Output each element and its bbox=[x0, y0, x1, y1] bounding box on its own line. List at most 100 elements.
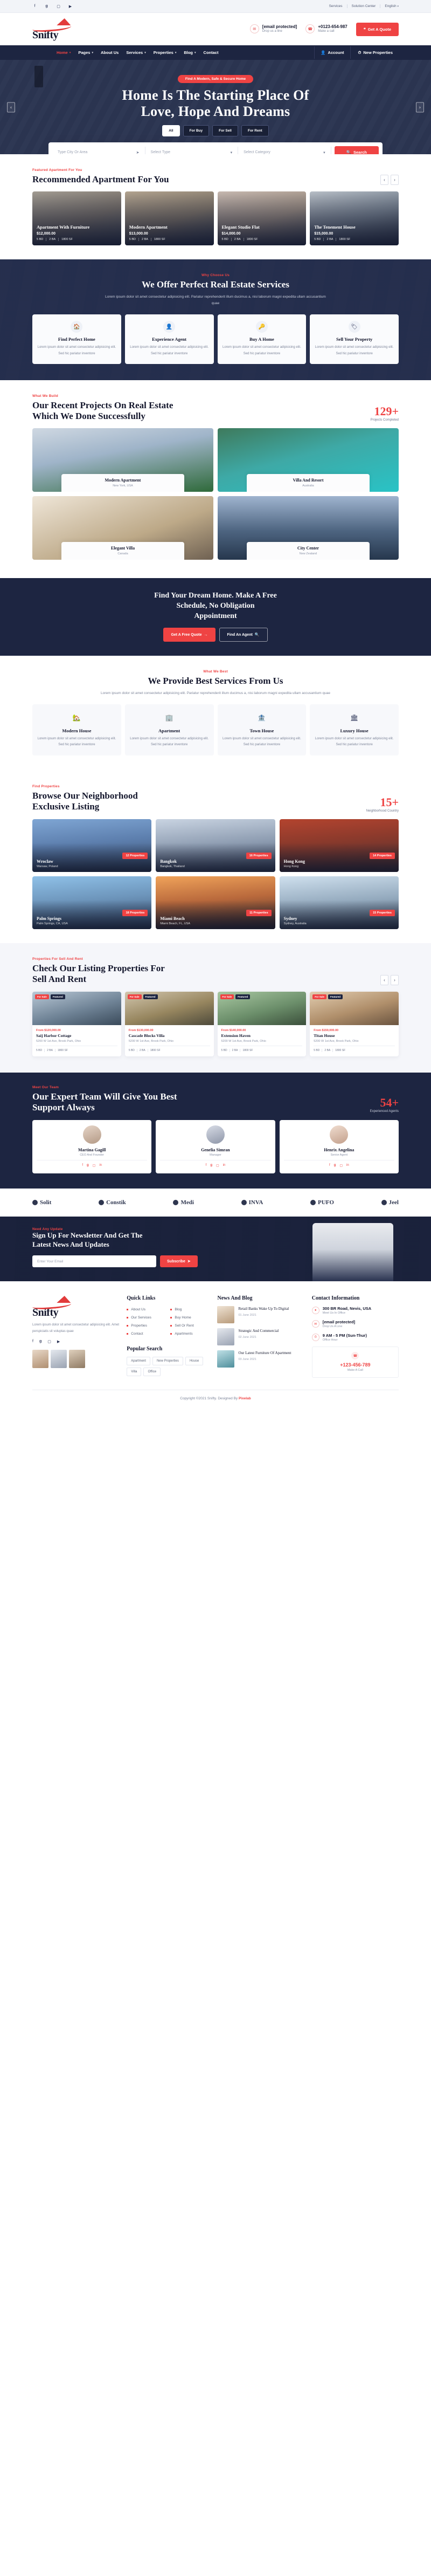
service-card[interactable]: 👤 Experience Agent Lorem ipsum dolor sit… bbox=[124, 314, 214, 364]
project-card[interactable]: City Center New Zealand bbox=[218, 496, 399, 560]
subscribe-button[interactable]: Subscribe ➤ bbox=[160, 1255, 198, 1268]
neighborhood-card[interactable]: 14 Properties Hong Kong Hong Kong bbox=[279, 819, 399, 872]
tab-for-buy[interactable]: For Buy bbox=[183, 125, 210, 137]
listing-prev-button[interactable]: ‹ bbox=[380, 974, 388, 985]
nav-account-button[interactable]: 👤 Account bbox=[314, 46, 351, 59]
nav-item-blog[interactable]: Blog ▾ bbox=[184, 50, 196, 55]
footer-thumb[interactable] bbox=[69, 1350, 85, 1369]
language-selector[interactable]: English ▾ bbox=[380, 4, 399, 8]
project-card[interactable]: Modern Apartment New York, USA bbox=[32, 428, 213, 492]
footer-link-properties[interactable]: Properties bbox=[127, 1322, 166, 1329]
instagram-icon[interactable]: ▢ bbox=[93, 1164, 96, 1167]
top-link-solution-center[interactable]: Solution Center bbox=[347, 4, 381, 8]
instagram-icon[interactable]: ▢ bbox=[56, 4, 61, 9]
popular-tag-new-properties[interactable]: New Properties bbox=[152, 1357, 183, 1366]
top-link-services[interactable]: Services bbox=[325, 4, 347, 8]
hero-next-button[interactable]: › bbox=[416, 102, 424, 112]
service-card[interactable]: 🏠 Find Perfect Home Lorem ipsum dolor si… bbox=[32, 314, 121, 364]
neighborhood-card[interactable]: 15 Properties Sydney Sydney, Australia bbox=[279, 876, 399, 929]
linkedin-icon[interactable]: in bbox=[346, 1164, 349, 1167]
search-city-input[interactable]: Type City Or Area ➤ bbox=[52, 146, 145, 154]
footer-link-about-us[interactable]: About Us bbox=[127, 1306, 166, 1313]
search-type-select[interactable]: Select Type ▾ bbox=[145, 146, 239, 154]
twitter-icon[interactable]: 𝐠 bbox=[39, 1339, 41, 1344]
find-an-agent-button[interactable]: Find An Agent 🔍 bbox=[219, 628, 268, 642]
nav-item-pages[interactable]: Pages ▾ bbox=[78, 50, 93, 55]
tab-all[interactable]: All bbox=[162, 125, 180, 137]
get-free-quote-button[interactable]: Get A Free Quote → bbox=[163, 628, 215, 642]
instagram-icon[interactable]: ▢ bbox=[47, 1339, 51, 1344]
footer-logo[interactable]: Snifty bbox=[32, 1295, 81, 1318]
tab-for-rent[interactable]: For Rent bbox=[241, 125, 269, 137]
neighborhood-card[interactable]: 11 Properties Miami Beach Miami Beach, FL… bbox=[156, 876, 275, 929]
brand-logo[interactable]: PUFO bbox=[310, 1199, 334, 1206]
service-card[interactable]: 🔑 Buy A Home Lorem ipsum dolor sit amet … bbox=[217, 314, 307, 364]
listing-card[interactable]: For Sale Featured From $120,000.00 Saij H… bbox=[32, 991, 121, 1056]
search-button[interactable]: 🔍 Search bbox=[334, 146, 379, 154]
neighborhood-card[interactable]: 12 Properties Wroclaw Warsaw, Poland bbox=[32, 819, 152, 872]
best-service-card[interactable]: 🏛 Luxury House Lorem ipsum dolor sit ame… bbox=[310, 704, 399, 756]
footer-link-contact[interactable]: Contact bbox=[127, 1330, 166, 1337]
nav-item-home[interactable]: Home ▾ bbox=[57, 50, 71, 55]
footer-link-sell-or-rent[interactable]: Sell Or Rent bbox=[170, 1322, 210, 1329]
facebook-icon[interactable]: f bbox=[82, 1164, 83, 1167]
linkedin-icon[interactable]: in bbox=[99, 1164, 102, 1167]
team-member-card[interactable]: Martina Gagill CEO And Founder f 𝐠 ▢ in bbox=[32, 1120, 152, 1174]
team-member-card[interactable]: Henrix Angelina Senior Agent f 𝐠 ▢ in bbox=[279, 1120, 399, 1174]
header-phone[interactable]: ☎ +0123-654-987 Make a call bbox=[305, 24, 347, 34]
nav-new-properties-button[interactable]: ⏱ New Properties bbox=[351, 46, 399, 59]
listing-card[interactable]: For Sale Featured From $130,000.00 Cascad… bbox=[124, 991, 214, 1056]
listing-next-button[interactable]: › bbox=[391, 974, 399, 985]
newsletter-email-input[interactable]: Enter Your Email bbox=[32, 1255, 156, 1268]
neighborhood-card[interactable]: 18 Properties Palm Springs Palm Springs, … bbox=[32, 876, 152, 929]
hero-prev-button[interactable]: ‹ bbox=[7, 102, 15, 112]
property-card[interactable]: Elegant Studio Flat $14,000.00 5 BD 2 BA 1… bbox=[217, 191, 307, 246]
footer-link-apartments[interactable]: Apartments bbox=[170, 1330, 210, 1337]
get-a-quote-button[interactable]: ❝ Get A Quote bbox=[356, 22, 399, 36]
facebook-icon[interactable]: f bbox=[32, 4, 37, 8]
logo[interactable]: Snifty bbox=[32, 18, 81, 40]
brand-logo[interactable]: Jeel bbox=[381, 1199, 399, 1206]
contact-email[interactable]: ✉ [email protected] Drop Us A Line bbox=[311, 1320, 399, 1328]
facebook-icon[interactable]: f bbox=[329, 1164, 330, 1167]
popular-tag-office[interactable]: Office bbox=[143, 1368, 161, 1377]
footer-news-item[interactable]: Strategic And Commercial 02 June 2021 bbox=[217, 1328, 304, 1346]
project-card[interactable]: Villa And Resort Australia bbox=[218, 428, 399, 492]
header-email[interactable]: ✉ [email protected] Drop us a line bbox=[249, 24, 297, 34]
team-member-card[interactable]: Genelia Simran Manager f 𝐠 ▢ in bbox=[156, 1120, 275, 1174]
footer-news-item[interactable]: Retail Banks Wake Up To Digital 01 June 2… bbox=[217, 1306, 304, 1324]
call-box[interactable]: ☎ +123-456-789 Make A Call bbox=[311, 1347, 399, 1378]
footer-news-item[interactable]: Our Latest Furniture Of Apartment 03 June… bbox=[217, 1350, 304, 1368]
facebook-icon[interactable]: f bbox=[32, 1339, 33, 1344]
best-service-card[interactable]: 🏢 Apartment Lorem ipsum dolor sit amet c… bbox=[124, 704, 214, 756]
best-service-card[interactable]: 🏡 Modern House Lorem ipsum dolor sit ame… bbox=[32, 704, 121, 756]
tab-for-sell[interactable]: For Sell bbox=[212, 125, 238, 137]
popular-tag-villa[interactable]: Villa bbox=[127, 1368, 142, 1377]
nav-item-properties[interactable]: Properties ▾ bbox=[154, 50, 177, 55]
property-card[interactable]: Apartment With Furniture $12,000.00 5 BD… bbox=[32, 191, 121, 246]
youtube-icon[interactable]: ▶ bbox=[57, 1339, 60, 1344]
linkedin-icon[interactable]: in bbox=[223, 1164, 226, 1167]
recommended-prev-button[interactable]: ‹ bbox=[380, 175, 388, 186]
listing-card[interactable]: For Sale Featured From $140,000.00 Extens… bbox=[217, 991, 307, 1056]
twitter-icon[interactable]: 𝐠 bbox=[334, 1164, 336, 1167]
nav-item-services[interactable]: Services ▾ bbox=[126, 50, 145, 55]
search-category-select[interactable]: Select Category ▾ bbox=[238, 146, 331, 154]
nav-item-about-us[interactable]: About Us bbox=[101, 50, 119, 55]
listing-card[interactable]: For Sale Featured From $150,000.00 Titan … bbox=[310, 991, 399, 1056]
brand-logo[interactable]: INVA bbox=[241, 1199, 263, 1206]
twitter-icon[interactable]: 𝐠 bbox=[44, 4, 49, 9]
instagram-icon[interactable]: ▢ bbox=[216, 1164, 219, 1167]
brand-logo[interactable]: Solit bbox=[32, 1199, 51, 1206]
instagram-icon[interactable]: ▢ bbox=[339, 1164, 343, 1167]
footer-thumb[interactable] bbox=[51, 1350, 67, 1369]
neighborhood-card[interactable]: 16 Properties Bangkok Bangkok, Thailand bbox=[156, 819, 275, 872]
footer-link-blog[interactable]: Blog bbox=[170, 1306, 210, 1313]
youtube-icon[interactable]: ▶ bbox=[68, 4, 73, 9]
property-card[interactable]: Modern Apartment $13,000.00 5 BD 2 BA 1800… bbox=[124, 191, 214, 246]
best-service-card[interactable]: 🏦 Town House Lorem ipsum dolor sit amet … bbox=[217, 704, 307, 756]
twitter-icon[interactable]: 𝐠 bbox=[87, 1164, 89, 1167]
brand-logo[interactable]: Medi bbox=[173, 1199, 194, 1206]
footer-thumb[interactable] bbox=[32, 1350, 48, 1369]
recommended-next-button[interactable]: › bbox=[391, 175, 399, 186]
